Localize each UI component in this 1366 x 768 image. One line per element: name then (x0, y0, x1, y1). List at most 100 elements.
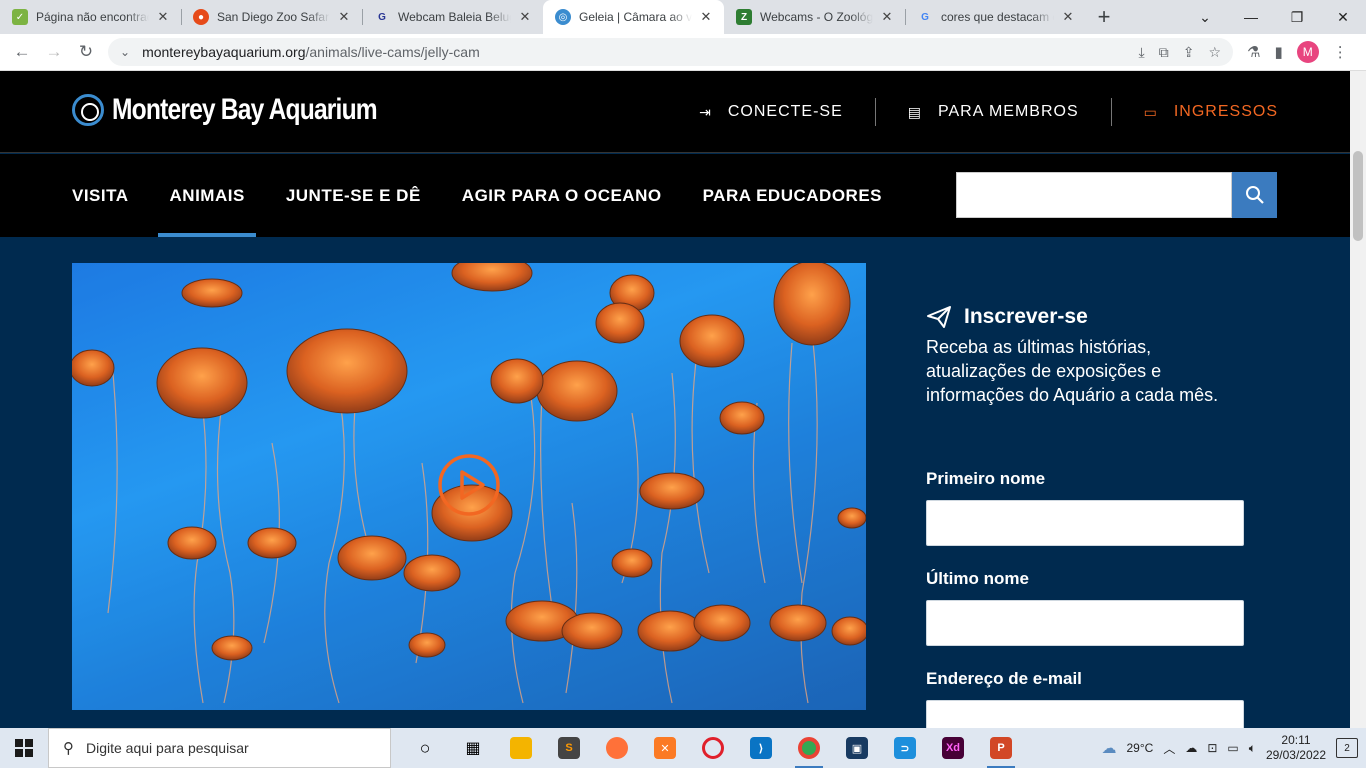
browser-toolbar: ← → ↻ ⌄ montereybayaquarium.org/animals/… (0, 34, 1366, 71)
url-path: /animals/live-cams/jelly-cam (305, 44, 480, 60)
powerpoint-icon[interactable]: P (977, 728, 1025, 768)
search-icon: ⚲ (63, 740, 74, 757)
tab-favicon-icon: ◎ (555, 9, 571, 25)
battery-icon[interactable]: ▭ (1227, 741, 1238, 755)
profile-avatar[interactable]: M (1296, 41, 1319, 63)
url-host: montereybayaquarium.org (142, 44, 306, 60)
close-tab-icon[interactable]: ✕ (517, 9, 533, 25)
browser-tab-6[interactable]: G cores que destacam o ✕ (905, 0, 1086, 34)
adobe-xd-icon[interactable]: Xd (929, 728, 977, 768)
volume-icon[interactable]: 🔈︎ (1249, 741, 1256, 756)
back-arrow-icon[interactable]: ← (6, 42, 38, 62)
opera-icon[interactable] (689, 728, 737, 768)
chrome-icon[interactable] (785, 728, 833, 768)
notification-center-icon[interactable]: 2 (1336, 738, 1358, 758)
page-scrollbar[interactable] (1350, 71, 1366, 728)
site-search-input[interactable] (956, 172, 1232, 218)
site-logo[interactable]: Monterey Bay Aquarium (72, 93, 435, 127)
windows-taskbar: ⚲ Digite aqui para pesquisar ○ ▦ S ✕ ⟩ ▣… (0, 728, 1366, 768)
last-name-field[interactable] (926, 600, 1244, 646)
close-tab-icon[interactable]: ✕ (1060, 9, 1076, 25)
close-tab-icon[interactable]: ✕ (336, 9, 352, 25)
xampp-icon[interactable]: ✕ (641, 728, 689, 768)
taskbar-search-placeholder: Digite aqui para pesquisar (86, 740, 249, 756)
tab-favicon-icon: G (378, 11, 386, 23)
tickets-link[interactable]: ▭ INGRESSOS (1112, 103, 1278, 121)
restore-window-button[interactable]: ❐ (1274, 9, 1320, 26)
nav-item-educadores[interactable]: PARA EDUCADORES (703, 154, 882, 237)
vscode-icon[interactable]: ⟩ (737, 728, 785, 768)
share-icon[interactable]: ⇪ (1183, 44, 1195, 61)
tray-chevron-up-icon[interactable]: ︿ (1163, 740, 1175, 757)
bookmark-star-icon[interactable]: ☆ (1208, 44, 1221, 61)
nav-item-visita[interactable]: VISITA (72, 154, 129, 237)
scrollbar-thumb[interactable] (1353, 151, 1363, 241)
browser-tab-1[interactable]: ✓ Página não encontrada ✕ (0, 0, 181, 34)
browser-tab-3[interactable]: G Webcam Baleia Beluga ✕ (362, 0, 543, 34)
system-tray: ☁ 29°C ︿ ☁ ⊡ ▭ 🔈︎ 20:11 29/03/2022 2 (1102, 733, 1366, 763)
tab-title: San Diego Zoo Safari Park (217, 10, 330, 24)
browser-tab-4-active[interactable]: ◎ Geleia | Câmara ao vivo ✕ (543, 0, 724, 34)
newsletter-signup: Inscrever-se Receba as últimas histórias… (926, 305, 1246, 407)
jelly-cam-video[interactable] (72, 263, 866, 710)
ticket-icon: ▭ (1143, 103, 1158, 120)
browser-tab-strip: ✓ Página não encontrada ✕ ● San Diego Zo… (0, 0, 1366, 34)
search-button[interactable] (1232, 172, 1277, 218)
clock-date: 29/03/2022 (1265, 748, 1326, 762)
signin-link[interactable]: ⇥ CONECTE-SE (667, 103, 875, 121)
members-link[interactable]: ▤ PARA MEMBROS (876, 103, 1111, 121)
task-view-icon[interactable]: ○ (401, 728, 449, 768)
email-label: Endereço de e-mail (926, 669, 1082, 688)
main-nav: VISITA ANIMAIS JUNTE-SE E DÊ AGIR PARA O… (0, 154, 1350, 237)
site-header: Monterey Bay Aquarium ⇥ CONECTE-SE ▤ PAR… (0, 71, 1350, 153)
close-tab-icon[interactable]: ✕ (155, 9, 171, 25)
address-bar[interactable]: ⌄ montereybayaquarium.org/animals/live-c… (108, 38, 1233, 66)
play-icon[interactable] (437, 453, 501, 517)
reload-icon[interactable]: ↻ (70, 42, 102, 62)
extensions-icon[interactable]: ⚗ (1247, 43, 1260, 61)
app-launcher-icon[interactable]: ⊃ (881, 728, 929, 768)
taskbar-search[interactable]: ⚲ Digite aqui para pesquisar (48, 728, 391, 768)
page-content: Monterey Bay Aquarium ⇥ CONECTE-SE ▤ PAR… (0, 71, 1350, 728)
aquarium-logo-icon (72, 94, 104, 126)
signin-arrow-icon: ⇥ (699, 103, 712, 120)
tab-search-chevron-icon[interactable]: ⌄ (1182, 9, 1228, 26)
sublime-text-icon[interactable]: S (545, 728, 593, 768)
new-tab-button[interactable]: + (1086, 0, 1122, 34)
nav-item-animais[interactable]: ANIMAIS (157, 154, 257, 237)
search-icon (1245, 186, 1264, 204)
start-button[interactable] (0, 728, 48, 768)
forward-arrow-icon[interactable]: → (38, 42, 70, 62)
browser-tab-2[interactable]: ● San Diego Zoo Safari Park ✕ (181, 0, 362, 34)
translate-icon[interactable]: ⧉ (1159, 44, 1169, 61)
taskbar-apps: ○ ▦ S ✕ ⟩ ▣ ⊃ Xd P (401, 728, 1025, 768)
install-app-icon[interactable]: ⤓ (1139, 44, 1145, 61)
close-tab-icon[interactable]: ✕ (879, 9, 895, 25)
weather-cloud-icon[interactable]: ☁ (1102, 739, 1117, 757)
virtualbox-icon[interactable]: ▣ (833, 728, 881, 768)
nav-item-junte-se[interactable]: JUNTE-SE E DÊ (286, 154, 421, 237)
file-explorer-icon[interactable] (497, 728, 545, 768)
signup-heading: Inscrever-se (926, 305, 1246, 329)
email-field[interactable] (926, 700, 1244, 728)
firefox-icon[interactable] (593, 728, 641, 768)
minimize-window-button[interactable]: — (1228, 9, 1274, 25)
browser-tab-5[interactable]: Z Webcams - O Zoológico ✕ (724, 0, 905, 34)
first-name-label: Primeiro nome (926, 469, 1046, 488)
system-clock[interactable]: 20:11 29/03/2022 (1266, 733, 1326, 763)
tab-title: Página não encontrada (36, 10, 149, 24)
side-panel-icon[interactable]: ▮ (1274, 43, 1282, 61)
members-label: PARA MEMBROS (938, 103, 1079, 120)
close-tab-icon[interactable]: ✕ (698, 9, 714, 25)
first-name-field[interactable] (926, 500, 1244, 546)
widgets-icon[interactable]: ▦ (449, 728, 497, 768)
onedrive-icon[interactable]: ☁ (1185, 741, 1197, 755)
network-icon[interactable]: ⊡ (1207, 741, 1217, 755)
close-window-button[interactable]: ✕ (1320, 9, 1366, 26)
menu-kebab-icon[interactable]: ⋮ (1333, 43, 1348, 61)
site-info-chevron-icon[interactable]: ⌄ (120, 45, 130, 59)
member-card-icon: ▤ (907, 103, 922, 120)
tab-favicon-icon: ✓ (12, 9, 28, 25)
nav-item-agir[interactable]: AGIR PARA O OCEANO (462, 154, 662, 237)
weather-temperature[interactable]: 29°C (1127, 741, 1154, 755)
